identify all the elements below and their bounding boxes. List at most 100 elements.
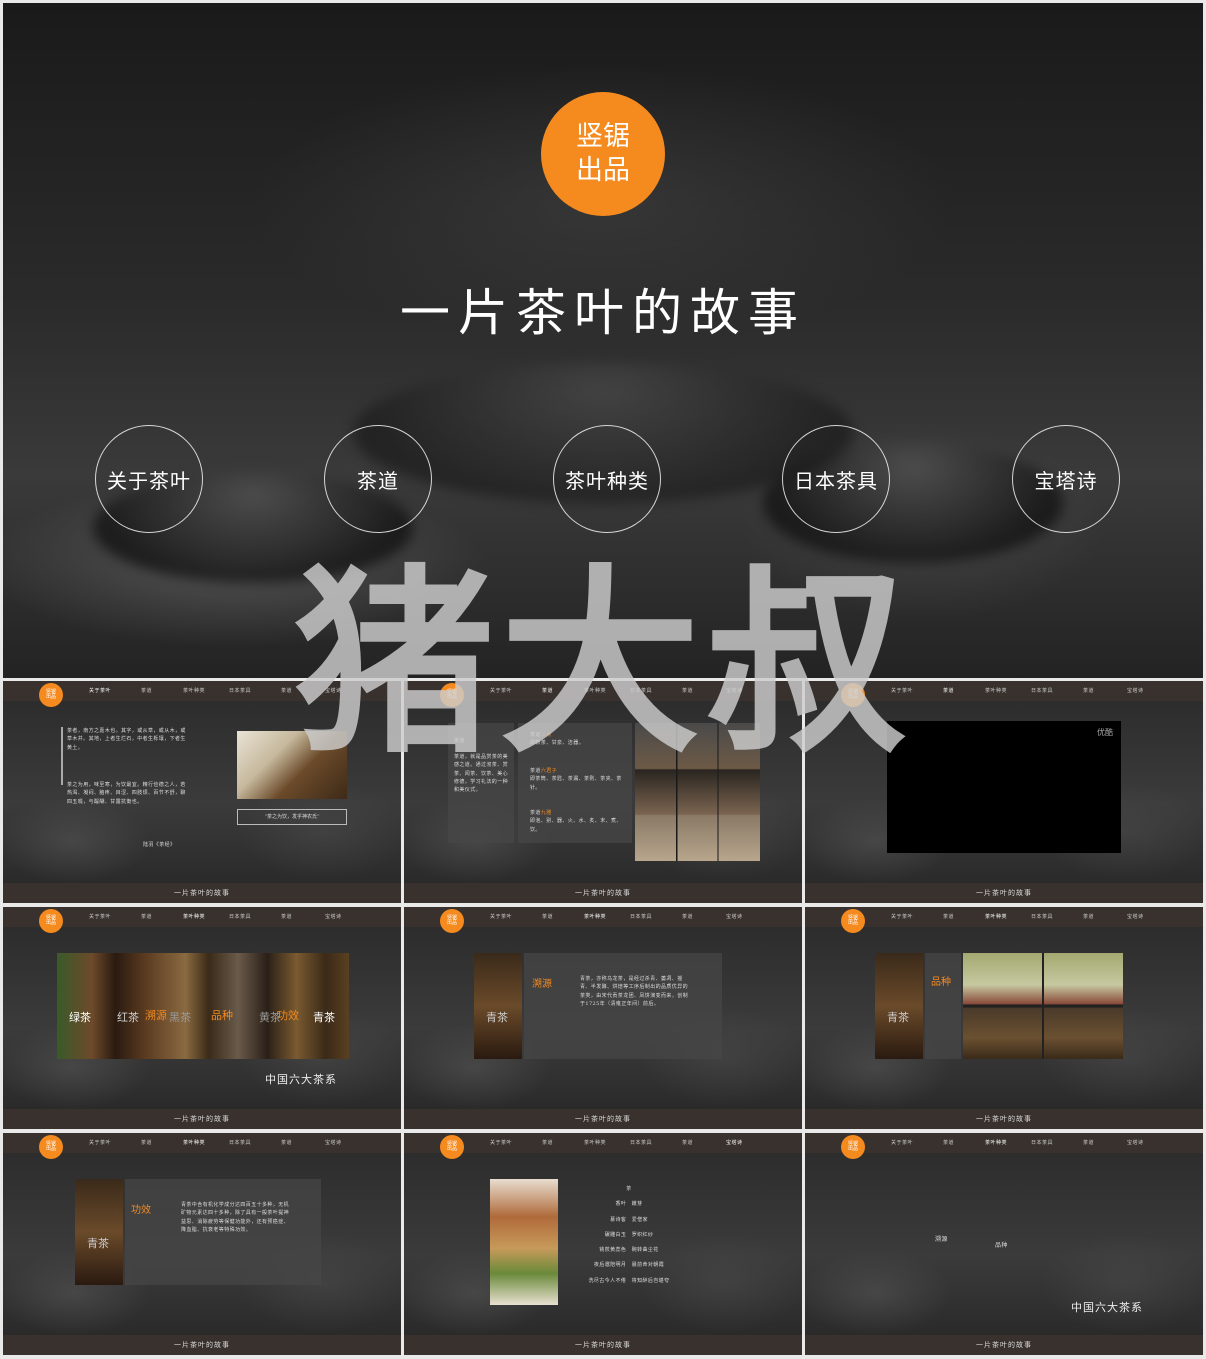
slide-nav-item[interactable]: 茶道 [682, 687, 693, 694]
slide-nav-item[interactable]: 日本茶具 [1031, 687, 1053, 694]
slide-topbar: 竖锯 出品 关于茶叶 茶道 茶叶种类 日本茶具 茶道 宝塔诗 [404, 681, 802, 707]
slide-nav-item[interactable]: 宝塔诗 [726, 687, 743, 694]
slide-nav-item[interactable]: 茶道 [281, 913, 292, 920]
slide-nav-item[interactable]: 茶叶种类 [183, 687, 205, 694]
slide-nav-item[interactable]: 宝塔诗 [325, 687, 342, 694]
slide-nav-item[interactable]: 茶道 [542, 1139, 553, 1146]
slide-nav-item[interactable]: 茶叶种类 [584, 1139, 606, 1146]
slide-nav-item[interactable]: 宝塔诗 [726, 913, 743, 920]
slide-nav-item[interactable]: 关于茶叶 [89, 687, 111, 694]
slide-nav-item[interactable]: 茶道 [943, 913, 954, 920]
slide-nav-item[interactable]: 茶道 [943, 687, 954, 694]
slide-footer: 一片茶叶的故事 [805, 883, 1203, 903]
slide-nav-item[interactable]: 茶道 [682, 1139, 693, 1146]
slide-nav-item[interactable]: 茶叶种类 [584, 687, 606, 694]
slide-nav-item[interactable]: 茶道 [1083, 687, 1094, 694]
nav-tea-ceremony[interactable]: 茶道 [324, 425, 432, 533]
slide-nav-item[interactable]: 茶道 [1083, 1139, 1094, 1146]
slide-nav-item[interactable]: 宝塔诗 [726, 1139, 743, 1146]
slide-nav-item[interactable]: 关于茶叶 [89, 1139, 111, 1146]
slide-nav-item[interactable]: 关于茶叶 [89, 913, 111, 920]
tea-label: 功效 [277, 1009, 299, 1022]
slide-nav-item[interactable]: 茶叶种类 [584, 913, 606, 920]
slide-nav-item[interactable]: 宝塔诗 [1127, 687, 1144, 694]
tea-label: 品种 [211, 1009, 233, 1022]
nav-label: 茶道 [357, 468, 399, 493]
mini-logo: 竖锯 出品 [440, 1135, 464, 1159]
six-teas-strip-photo: 绿茶 红茶 溯源 黑茶 品种 黄茶 功效 青茶 [57, 953, 349, 1059]
slide-nav-item[interactable]: 茶道 [542, 687, 553, 694]
slide-nav-item[interactable]: 关于茶叶 [490, 687, 512, 694]
slide-nav-item[interactable]: 茶叶种类 [985, 687, 1007, 694]
slide-nav-item[interactable]: 茶道 [141, 913, 152, 920]
slide-thumb-1[interactable]: 竖锯 出品 关于茶叶 茶道 茶叶种类 日本茶具 茶道 宝塔诗 茶者，南方之嘉木也… [3, 681, 401, 903]
video-player[interactable]: 优酷 [887, 721, 1121, 853]
slide-thumb-8[interactable]: 竖锯 出品 关于茶叶 茶道 茶叶种类 日本茶具 茶道 宝塔诗 茶 香叶 嫩芽 慕… [404, 1133, 802, 1355]
slide-nav-item[interactable]: 日本茶具 [630, 687, 652, 694]
slide-nav-item[interactable]: 茶道 [141, 687, 152, 694]
slide-nav-item[interactable]: 宝塔诗 [1127, 913, 1144, 920]
slide-nav-item[interactable]: 宝塔诗 [325, 913, 342, 920]
panel-title: 茶道 [454, 738, 465, 744]
slide-topbar: 竖锯 出品 关于茶叶 茶道 茶叶种类 日本茶具 茶道 宝塔诗 [3, 681, 401, 707]
slide-nav-item[interactable]: 茶道 [682, 913, 693, 920]
nav-label: 茶叶种类 [565, 468, 649, 493]
slide-thumb-7[interactable]: 竖锯 出品 关于茶叶 茶道 茶叶种类 日本茶具 茶道 宝塔诗 青茶 功效 青茶中… [3, 1133, 401, 1355]
mini-logo: 竖锯 出品 [440, 909, 464, 933]
slide-topbar: 竖锯 出品 关于茶叶 茶道 茶叶种类 日本茶具 茶道 宝塔诗 [805, 681, 1203, 707]
slide-nav-item[interactable]: 日本茶具 [630, 1139, 652, 1146]
six-teas-caption: 中国六大茶系 [265, 1073, 337, 1086]
side-label: 青茶 [87, 1237, 109, 1250]
slide-nav-item[interactable]: 宝塔诗 [1127, 1139, 1144, 1146]
slide-nav-item[interactable]: 关于茶叶 [490, 913, 512, 920]
tea-cups-photo [237, 731, 347, 799]
slide-nav-item[interactable]: 茶道 [281, 1139, 292, 1146]
mini-logo: 竖锯 出品 [39, 1135, 63, 1159]
poem-line: 夜后邀陪明月 晨前命对朝霞 [593, 1262, 665, 1269]
slide-nav-item[interactable]: 茶道 [542, 913, 553, 920]
slide-thumb-2[interactable]: 竖锯 出品 关于茶叶 茶道 茶叶种类 日本茶具 茶道 宝塔诗 茶道 茶道，就是品… [404, 681, 802, 903]
varieties-panel: 品种 [925, 953, 961, 1059]
oolong-side-photo: 青茶 [474, 953, 522, 1059]
slide-nav-item[interactable]: 茶道 [1083, 913, 1094, 920]
intro-text-2: 茶之为用，味至寒，为饮最宜。精行俭德之人，若热渴、凝闷、脑疼、目涩、四肢烦、百节… [67, 782, 186, 805]
mini-logo: 竖锯 出品 [39, 683, 63, 707]
slide-footer: 一片茶叶的故事 [404, 1109, 802, 1129]
nav-pagoda-poem[interactable]: 宝塔诗 [1012, 425, 1120, 533]
slide-nav-item[interactable]: 茶道 [943, 1139, 954, 1146]
nav-tea-types[interactable]: 茶叶种类 [553, 425, 661, 533]
slide-thumb-6[interactable]: 竖锯 出品 关于茶叶 茶道 茶叶种类 日本茶具 茶道 宝塔诗 青茶 品种 一片茶… [805, 907, 1203, 1129]
mini-logo: 竖锯 出品 [440, 683, 464, 707]
slide-thumb-9[interactable]: 竖锯 出品 关于茶叶 茶道 茶叶种类 日本茶具 茶道 宝塔诗 溯源 品种 中国六… [805, 1133, 1203, 1355]
slide-nav-item[interactable]: 茶叶种类 [985, 913, 1007, 920]
video-brand: 优酷 [1097, 728, 1113, 737]
origin-panel: 溯源 青茶，亦称乌龙茶，是经过杀青、萎凋、摇青、半发酵、烘焙等工序后制出的品质优… [524, 953, 722, 1059]
slide-nav-item[interactable]: 关于茶叶 [891, 913, 913, 920]
slide-nav-item[interactable]: 日本茶具 [630, 913, 652, 920]
slide-nav-item[interactable]: 日本茶具 [229, 913, 251, 920]
slide-nav-item[interactable]: 日本茶具 [229, 687, 251, 694]
slide-nav-item[interactable]: 茶叶种类 [985, 1139, 1007, 1146]
slide-nav-item[interactable]: 关于茶叶 [490, 1139, 512, 1146]
slide-thumb-4[interactable]: 竖锯 出品 关于茶叶 茶道 茶叶种类 日本茶具 茶道 宝塔诗 绿茶 红茶 溯源 … [3, 907, 401, 1129]
slide-nav-item[interactable]: 日本茶具 [229, 1139, 251, 1146]
slide-nav-item[interactable]: 关于茶叶 [891, 687, 913, 694]
slide-nav-item[interactable]: 关于茶叶 [891, 1139, 913, 1146]
tea-ceremony-panel: 茶道 茶道，就是品赏茶的美感之道。通过沏茶、赏茶、闻茶、饮茶、美心修德，学习礼法… [448, 723, 514, 843]
slide-nav-item[interactable]: 宝塔诗 [325, 1139, 342, 1146]
slide-topbar: 竖锯 出品 关于茶叶 茶道 茶叶种类 日本茶具 茶道 宝塔诗 [404, 907, 802, 933]
slide-thumb-5[interactable]: 竖锯 出品 关于茶叶 茶道 茶叶种类 日本茶具 茶道 宝塔诗 青茶 溯源 青茶，… [404, 907, 802, 1129]
tea-varieties-photo [963, 953, 1123, 1059]
poem-line: 慕诗客 爱僧家 [610, 1216, 648, 1223]
slide-nav-item[interactable]: 茶叶种类 [183, 913, 205, 920]
slide-thumb-3[interactable]: 竖锯 出品 关于茶叶 茶道 茶叶种类 日本茶具 茶道 宝塔诗 优酷 一片茶叶的故… [805, 681, 1203, 903]
nav-about-tea[interactable]: 关于茶叶 [95, 425, 203, 533]
nav-label: 日本茶具 [794, 468, 878, 493]
slide-nav-item[interactable]: 茶道 [281, 687, 292, 694]
slide-nav-item[interactable]: 茶道 [141, 1139, 152, 1146]
slide-nav-item[interactable]: 日本茶具 [1031, 1139, 1053, 1146]
slide-nav-item[interactable]: 日本茶具 [1031, 913, 1053, 920]
nav-japanese-teaware[interactable]: 日本茶具 [782, 425, 890, 533]
poem-line: 茶 [626, 1186, 632, 1192]
slide-nav-item[interactable]: 茶叶种类 [183, 1139, 205, 1146]
